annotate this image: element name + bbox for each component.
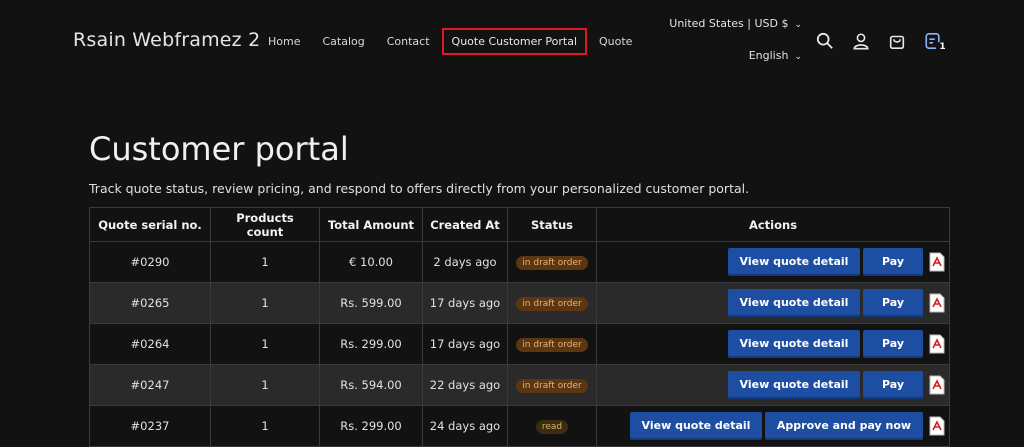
nav-contact[interactable]: Contact [377, 28, 440, 55]
quote-count-badge: 1 [936, 41, 949, 54]
col-products-count: Products count [210, 207, 320, 242]
total-amount: Rs. 299.00 [319, 405, 423, 447]
status-cell: in draft order [507, 241, 597, 283]
pay-button[interactable]: Pay [863, 248, 923, 276]
quote-serial: #0264 [89, 323, 211, 365]
quotes-table: Quote serial no. Products count Total Am… [89, 207, 950, 447]
products-count: 1 [210, 405, 320, 447]
col-status: Status [507, 207, 597, 242]
view-quote-detail-button[interactable]: View quote detail [728, 330, 860, 358]
table-row: #0264 1 Rs. 299.00 17 days ago in draft … [89, 323, 950, 365]
quote-serial: #0290 [89, 241, 211, 283]
created-at: 2 days ago [422, 241, 508, 283]
pdf-icon[interactable] [929, 293, 945, 313]
table-row: #0265 1 Rs. 599.00 17 days ago in draft … [89, 282, 950, 324]
chevron-down-icon: ⌄ [794, 52, 802, 62]
products-count: 1 [210, 323, 320, 365]
status-cell: in draft order [507, 282, 597, 324]
view-quote-detail-button[interactable]: View quote detail [630, 412, 762, 440]
products-count: 1 [210, 241, 320, 283]
quote-serial: #0265 [89, 282, 211, 324]
site-header: Rsain Webframez 2 Home Catalog Contact Q… [0, 0, 1024, 90]
quote-serial: #0247 [89, 364, 211, 406]
language-selector[interactable]: English ⌄ [749, 49, 802, 62]
total-amount: € 10.00 [319, 241, 423, 283]
country-currency-selector[interactable]: United States | USD $ ⌄ [669, 17, 802, 30]
col-quote-serial: Quote serial no. [89, 207, 211, 242]
page-title: Customer portal [89, 130, 349, 168]
actions-cell: View quote detail Pay [596, 241, 950, 283]
pdf-icon[interactable] [929, 252, 945, 272]
actions-cell: View quote detail Approve and pay now [596, 405, 950, 447]
table-header-row: Quote serial no. Products count Total Am… [89, 207, 950, 242]
pdf-icon[interactable] [929, 334, 945, 354]
language-label: English [748, 49, 789, 62]
pay-button[interactable]: Pay [863, 371, 923, 399]
created-at: 17 days ago [422, 282, 508, 324]
products-count: 1 [210, 282, 320, 324]
status-badge: in draft order [516, 297, 588, 311]
page-subtitle: Track quote status, review pricing, and … [89, 181, 750, 196]
view-quote-detail-button[interactable]: View quote detail [728, 371, 860, 399]
nav-home[interactable]: Home [258, 28, 310, 55]
created-at: 24 days ago [422, 405, 508, 447]
cart-icon[interactable] [887, 31, 907, 51]
nav-quote[interactable]: Quote [589, 28, 642, 55]
col-total-amount: Total Amount [319, 207, 423, 242]
total-amount: Rs. 299.00 [319, 323, 423, 365]
total-amount: Rs. 599.00 [319, 282, 423, 324]
pdf-icon[interactable] [929, 375, 945, 395]
table-row: #0237 1 Rs. 299.00 24 days ago read View… [89, 405, 950, 447]
main-nav: Home Catalog Contact Quote Customer Port… [258, 28, 644, 55]
status-cell: read [507, 405, 597, 447]
created-at: 22 days ago [422, 364, 508, 406]
pdf-icon[interactable] [929, 416, 945, 436]
status-badge: in draft order [516, 256, 588, 270]
pay-button[interactable]: Pay [863, 289, 923, 317]
actions-cell: View quote detail Pay [596, 282, 950, 324]
chevron-down-icon: ⌄ [794, 20, 802, 30]
status-badge: in draft order [516, 338, 588, 352]
table-row: #0290 1 € 10.00 2 days ago in draft orde… [89, 241, 950, 283]
actions-cell: View quote detail Pay [596, 323, 950, 365]
total-amount: Rs. 594.00 [319, 364, 423, 406]
view-quote-detail-button[interactable]: View quote detail [728, 289, 860, 317]
table-row: #0247 1 Rs. 594.00 22 days ago in draft … [89, 364, 950, 406]
country-currency-label: United States | USD $ [669, 17, 789, 30]
search-icon[interactable] [815, 31, 835, 51]
account-icon[interactable] [851, 31, 871, 51]
nav-catalog[interactable]: Catalog [312, 28, 374, 55]
col-created-at: Created At [422, 207, 508, 242]
actions-cell: View quote detail Pay [596, 364, 950, 406]
view-quote-detail-button[interactable]: View quote detail [728, 248, 860, 276]
nav-quote-customer-portal[interactable]: Quote Customer Portal [441, 28, 587, 55]
products-count: 1 [210, 364, 320, 406]
pay-button[interactable]: Pay [863, 330, 923, 358]
approve-and-pay-button[interactable]: Approve and pay now [765, 412, 923, 440]
quote-serial: #0237 [89, 405, 211, 447]
status-badge: read [535, 420, 569, 434]
status-badge: in draft order [516, 379, 588, 393]
status-cell: in draft order [507, 364, 597, 406]
col-actions: Actions [596, 207, 950, 242]
store-brand[interactable]: Rsain Webframez 2 [73, 29, 260, 51]
created-at: 17 days ago [422, 323, 508, 365]
status-cell: in draft order [507, 323, 597, 365]
